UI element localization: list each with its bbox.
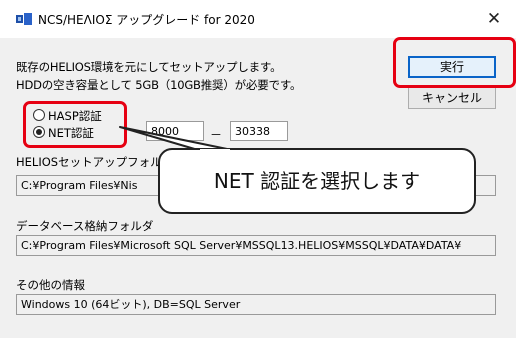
callout-text: NET 認証を選択します [213,169,421,193]
other-info-field[interactable]: Windows 10 (64ビット), DB=SQL Server [16,294,496,315]
window-title: NCS/HEΛIOΣ アップグレード for 2020 [38,13,255,27]
db-folder-label: データベース格納フォルダ [16,219,154,233]
description-line-1: 既存のHELIOS環境を元にしてセットアップします。 [16,60,282,74]
title-bar: NCS/HEΛIOΣ アップグレード for 2020 ✕ [0,0,516,38]
setup-folder-label: HELIOSセットアップフォル [16,155,162,169]
auth-highlight [23,101,127,148]
execute-highlight [393,37,516,88]
close-icon[interactable]: ✕ [482,7,506,31]
description-line-2: HDDの空き容量として 5GB（10GB推奨）が必要です。 [16,78,302,92]
cancel-button[interactable]: キャンセル [408,87,496,109]
port-separator: － [210,128,223,142]
app-icon [16,13,32,25]
port-to-field[interactable]: 30338 [230,121,288,141]
other-info-label: その他の情報 [16,278,85,292]
db-folder-field[interactable]: C:¥Program Files¥Microsoft SQL Server¥MS… [16,235,496,256]
port-from-field[interactable]: 8000 [146,121,204,141]
instruction-callout: NET 認証を選択します [158,148,476,214]
upgrade-dialog: NCS/HEΛIOΣ アップグレード for 2020 ✕ 既存のHELIOS環… [0,0,516,338]
